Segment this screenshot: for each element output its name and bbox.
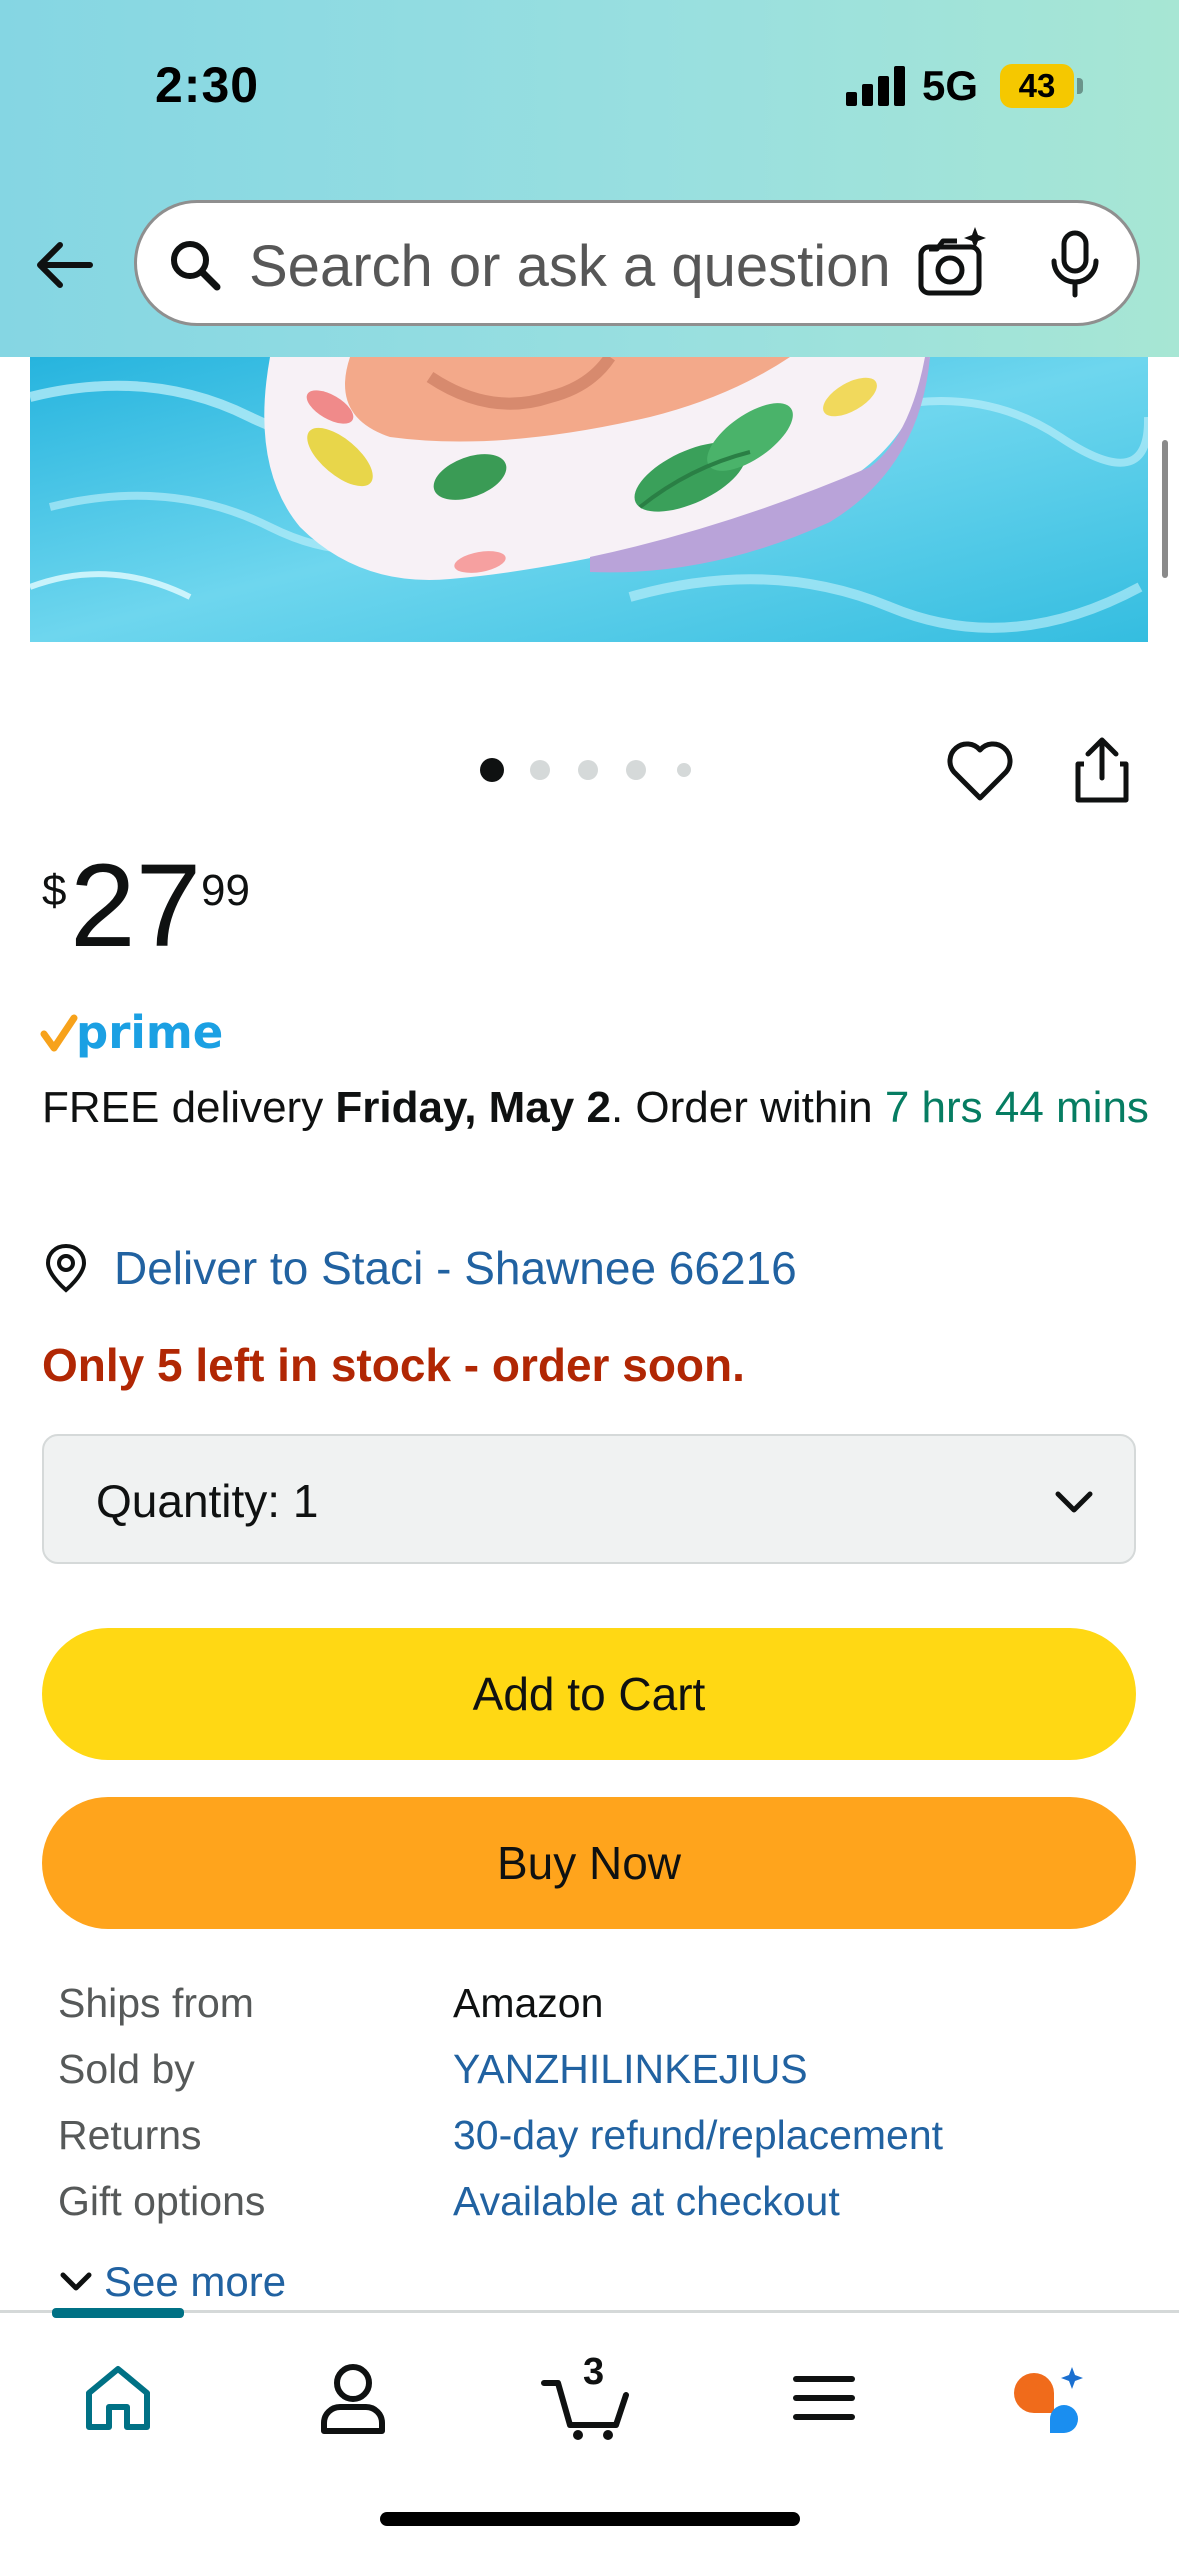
add-to-cart-button[interactable]: Add to Cart [42, 1628, 1136, 1760]
network-type: 5G [922, 62, 979, 109]
buy-now-button[interactable]: Buy Now [42, 1797, 1136, 1929]
delivery-countdown: 7 hrs 44 mins [884, 1083, 1149, 1132]
home-indicator [380, 2512, 800, 2526]
product-image[interactable] [30, 357, 1148, 642]
share-icon[interactable] [1070, 734, 1134, 806]
prime-check-icon [40, 1014, 78, 1052]
search-input[interactable]: Search or ask a question [249, 233, 949, 300]
rufus-ai-icon[interactable] [1010, 2353, 1100, 2443]
detail-label: Ships from [58, 1980, 254, 2026]
detail-label: Gift options [58, 2178, 266, 2224]
scroll-indicator [1162, 440, 1168, 578]
search-icon [167, 237, 223, 293]
chevron-down-icon [60, 2272, 92, 2291]
active-tab-indicator [52, 2308, 184, 2318]
quantity-label-text: Quantity: [96, 1475, 281, 1527]
delivery-date: Friday, May 2 [335, 1083, 611, 1132]
battery-cap [1077, 78, 1083, 94]
prime-badge: prime [40, 1004, 223, 1064]
deliver-to-text[interactable]: Deliver to Staci - Shawnee 66216 [114, 1241, 797, 1295]
camera-lens-icon[interactable] [913, 223, 993, 303]
deliver-to-link[interactable]: Deliver to Staci - Shawnee 66216 [42, 1238, 797, 1298]
pagination-dot[interactable] [578, 760, 598, 780]
battery-icon: 43 [1000, 64, 1074, 108]
cart-icon[interactable]: 3 [540, 2351, 640, 2443]
wishlist-heart-icon[interactable] [944, 736, 1016, 804]
see-more-label[interactable]: See more [104, 2258, 286, 2306]
detail-label: Returns [58, 2112, 202, 2158]
search-bar[interactable]: Search or ask a question [134, 200, 1140, 326]
quantity-dropdown[interactable]: Quantity: 1 [42, 1434, 1136, 1564]
returns-link[interactable]: 30-day refund/replacement [453, 2112, 943, 2159]
price-fraction: 99 [201, 866, 250, 915]
location-pin-icon [45, 1243, 87, 1293]
chevron-down-icon [1055, 1491, 1093, 1513]
price-whole: 27 [70, 840, 202, 972]
detail-value: Amazon [453, 1980, 604, 2026]
detail-label: Sold by [58, 2046, 195, 2092]
account-icon[interactable] [308, 2353, 398, 2443]
battery-level: 43 [1018, 67, 1056, 104]
gift-options-link[interactable]: Available at checkout [453, 2178, 840, 2225]
see-more-link[interactable]: See more [58, 2258, 286, 2306]
stock-message: Only 5 left in stock - order soon. [42, 1339, 745, 1391]
menu-icon[interactable] [782, 2353, 872, 2443]
status-time: 2:30 [155, 57, 260, 113]
quantity-value: 1 [292, 1475, 319, 1527]
delivery-middle: . Order within [610, 1083, 885, 1132]
pagination-dot-active[interactable] [480, 758, 504, 782]
back-arrow-icon[interactable] [30, 230, 100, 300]
cellular-signal-icon [846, 66, 906, 106]
cart-count-badge: 3 [583, 2351, 605, 2393]
header: 2:30 5G 43 Search or ask a question [0, 0, 1179, 357]
pagination-dot[interactable] [677, 763, 691, 777]
quantity-label: Quantity: 1 [96, 1474, 318, 1528]
home-icon[interactable] [73, 2353, 163, 2443]
delivery-prefix: FREE delivery [42, 1083, 336, 1132]
prime-label: prime [76, 1006, 224, 1059]
price-currency-symbol: $ [42, 866, 67, 915]
seller-link[interactable]: YANZHILINKEJIUS [453, 2046, 808, 2093]
pagination-dot[interactable] [530, 760, 550, 780]
delivery-info: FREE delivery Friday, May 2. Order withi… [42, 1078, 1152, 1138]
pagination-dot[interactable] [626, 760, 646, 780]
microphone-icon[interactable] [1045, 229, 1105, 299]
